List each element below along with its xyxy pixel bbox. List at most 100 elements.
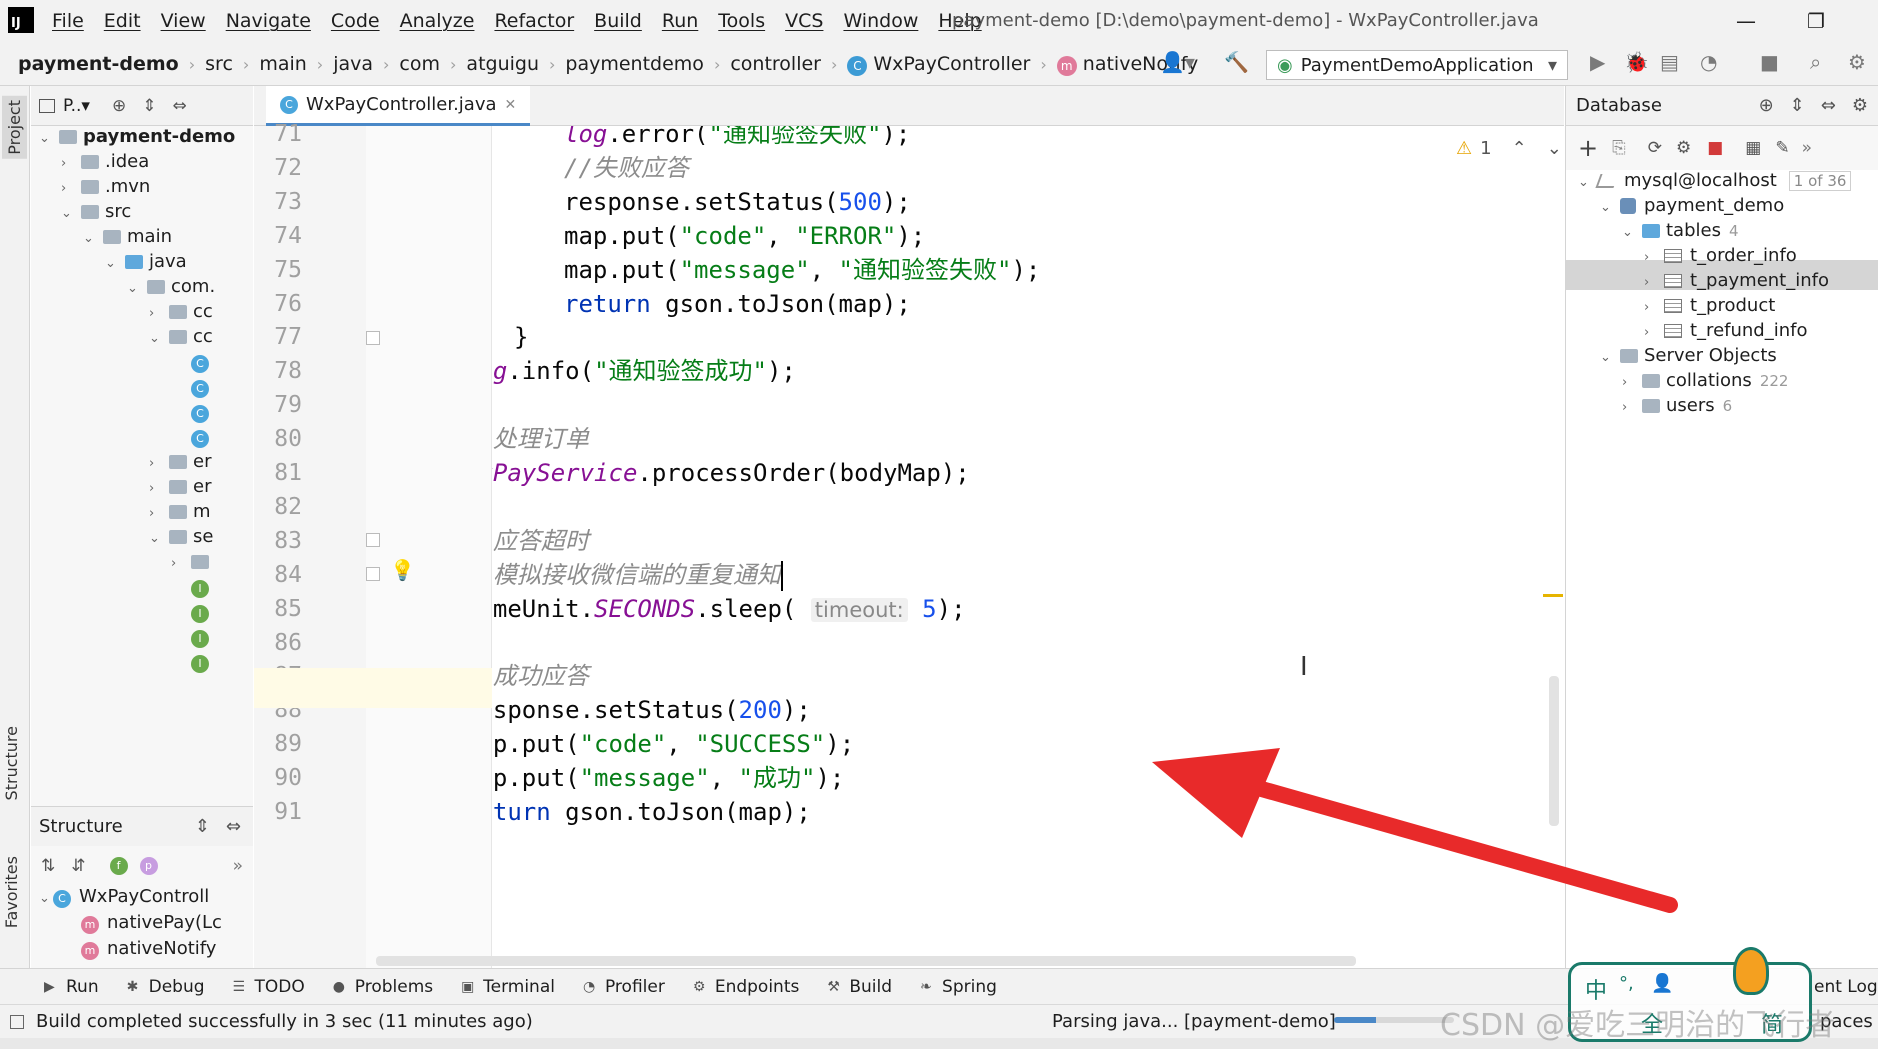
inspection-widget[interactable]: ⚠ 1 ⌃ ⌄ (1456, 134, 1562, 162)
locate-icon[interactable]: ⊕ (1759, 95, 1774, 116)
tool-window-spring[interactable]: ❧ Spring (920, 977, 997, 997)
close-icon[interactable]: ✕ (505, 97, 517, 113)
more-icon[interactable]: » (1802, 138, 1812, 158)
chevron-down-icon[interactable]: ⌄ (1600, 343, 1614, 373)
chevron-down-icon[interactable]: ⌄ (1578, 170, 1592, 198)
chevron-down-icon[interactable]: ⌄ (149, 524, 163, 554)
breadcrumb-item[interactable]: src (205, 53, 233, 75)
menu-item-run[interactable]: Run (662, 10, 698, 32)
expand-all-icon[interactable]: ⇕ (142, 96, 156, 116)
chevron-down-icon[interactable]: ⌄ (83, 224, 97, 254)
stop-icon[interactable]: ■ (1707, 138, 1723, 158)
expand-all-icon[interactable]: ⇕ (1790, 95, 1805, 116)
run-icon[interactable]: ▶ (1590, 50, 1605, 74)
user-icon[interactable]: 👤▾ (1160, 50, 1195, 74)
breadcrumb-item[interactable]: atguigu (466, 53, 539, 75)
database-tree-row[interactable]: › users 6 (1622, 391, 1732, 421)
chevron-down-icon[interactable]: ⌄ (1600, 193, 1614, 223)
fold-marker-icon[interactable] (366, 533, 380, 547)
menu-item-view[interactable]: View (161, 10, 206, 32)
chevron-right-icon[interactable]: › (1622, 393, 1636, 423)
table-view-icon[interactable]: ▦ (1745, 138, 1761, 158)
menu-item-navigate[interactable]: Navigate (226, 10, 311, 32)
chevron-down-icon[interactable]: ⌄ (1547, 138, 1562, 159)
ime-user-icon[interactable]: 👤 (1651, 973, 1673, 994)
fold-marker-icon[interactable] (366, 331, 380, 345)
more-icon[interactable]: » (233, 856, 243, 876)
event-log-button[interactable]: ent Log (1814, 977, 1878, 997)
tool-window-problems[interactable]: ● Problems (333, 977, 433, 997)
chevron-down-icon[interactable]: ⌄ (1622, 218, 1636, 248)
breadcrumb-item[interactable]: payment-demo (18, 53, 179, 75)
restore-window-icon[interactable]: ❐ (1786, 0, 1846, 42)
refresh-icon[interactable]: ⟳ (1648, 138, 1662, 158)
tab-project[interactable]: Project (2, 96, 27, 159)
fold-marker-icon[interactable] (366, 567, 380, 581)
ime-punct-label[interactable]: °, (1619, 973, 1634, 994)
breadcrumb-item[interactable]: com (399, 53, 440, 75)
chevron-down-icon[interactable]: ⌄ (61, 199, 75, 229)
menu-item-tools[interactable]: Tools (718, 10, 765, 32)
settings-icon[interactable]: ⚙ (1848, 50, 1866, 74)
sort-alpha-icon[interactable]: ⇅ (41, 856, 55, 876)
debug-icon[interactable]: 🐞 (1624, 50, 1649, 74)
run-configuration-select[interactable]: ◉ PaymentDemoApplication ▾ (1266, 50, 1568, 80)
chevron-down-icon[interactable]: ⌄ (105, 249, 119, 279)
sort-visibility-icon[interactable]: ⇵ (71, 856, 85, 876)
breadcrumb-item[interactable]: paymentdemo (565, 53, 704, 75)
menu-item-window[interactable]: Window (843, 10, 918, 32)
settings-icon[interactable]: ⚙ (1852, 95, 1868, 116)
tab-structure[interactable]: Structure (2, 726, 21, 800)
show-fields-icon[interactable]: f (109, 857, 128, 875)
lightbulb-icon[interactable]: 💡 (390, 558, 415, 582)
chevron-down-icon[interactable]: ⌄ (127, 274, 141, 304)
project-view-select[interactable]: P..▾ (63, 96, 90, 116)
warning-stripe[interactable] (1543, 594, 1563, 597)
minimize-window-icon[interactable]: — (1716, 0, 1776, 42)
horizontal-scrollbar[interactable] (376, 956, 1356, 966)
stop-icon[interactable]: ■ (1760, 50, 1779, 74)
menu-item-refactor[interactable]: Refactor (494, 10, 574, 32)
menu-item-edit[interactable]: Edit (104, 10, 141, 32)
breadcrumb-item[interactable]: main (259, 53, 306, 75)
expand-all-icon[interactable]: ⇕ (195, 816, 210, 837)
tab-favorites[interactable]: Favorites (2, 856, 21, 928)
add-icon[interactable]: + (1578, 134, 1598, 162)
collapse-all-icon[interactable]: ⇔ (172, 96, 186, 116)
collapse-all-icon[interactable]: ⇔ (1821, 95, 1836, 116)
tool-window-endpoints[interactable]: ⚙ Endpoints (693, 977, 800, 997)
tool-window-todo[interactable]: ☰ TODO (233, 977, 305, 997)
edit-icon[interactable]: ✎ (1775, 138, 1789, 158)
menu-item-build[interactable]: Build (594, 10, 642, 32)
menu-item-vcs[interactable]: VCS (785, 10, 823, 32)
project-tree-row[interactable]: I (191, 647, 209, 677)
hammer-icon[interactable]: 🔨 (1224, 50, 1249, 74)
breadcrumb-item[interactable]: C WxPayController (847, 53, 1030, 76)
structure-tree-row[interactable]: m nativeNotify (81, 934, 216, 964)
tool-window-debug[interactable]: ✱ Debug (127, 977, 205, 997)
tool-window-profiler[interactable]: ◔ Profiler (583, 977, 665, 997)
copy-icon[interactable]: ⎘ (1612, 138, 1626, 158)
menu-item-analyze[interactable]: Analyze (400, 10, 475, 32)
tab-wxpaycontroller[interactable]: C WxPayController.java ✕ (266, 86, 531, 126)
tool-window-build[interactable]: ⚒ Build (827, 977, 892, 997)
menu-item-code[interactable]: Code (331, 10, 380, 32)
chevron-down-icon[interactable]: ⌄ (39, 886, 53, 914)
tool-window-terminal[interactable]: ▣ Terminal (461, 977, 555, 997)
show-properties-icon[interactable]: p (139, 857, 158, 875)
collapse-all-icon[interactable]: ⇔ (226, 816, 241, 837)
chevron-up-icon[interactable]: ⌃ (1512, 138, 1527, 159)
breadcrumb-item[interactable]: java (333, 53, 373, 75)
chevron-down-icon[interactable]: ⌄ (149, 324, 163, 354)
tool-window-run[interactable]: ▶ Run (44, 977, 99, 997)
coverage-icon[interactable]: ▤ (1660, 50, 1679, 74)
search-icon[interactable]: ⌕ (1810, 50, 1821, 74)
chevron-right-icon[interactable]: › (171, 549, 185, 579)
toggle-tool-windows-icon[interactable] (10, 1014, 24, 1029)
breadcrumb-item[interactable]: controller (730, 53, 821, 75)
locate-icon[interactable]: ⊕ (112, 96, 126, 116)
profiler-icon[interactable]: ◔ (1700, 50, 1717, 74)
properties-icon[interactable]: ⚙ (1676, 138, 1691, 158)
chevron-down-icon[interactable]: ⌄ (39, 126, 53, 154)
menu-item-file[interactable]: File (52, 10, 84, 32)
